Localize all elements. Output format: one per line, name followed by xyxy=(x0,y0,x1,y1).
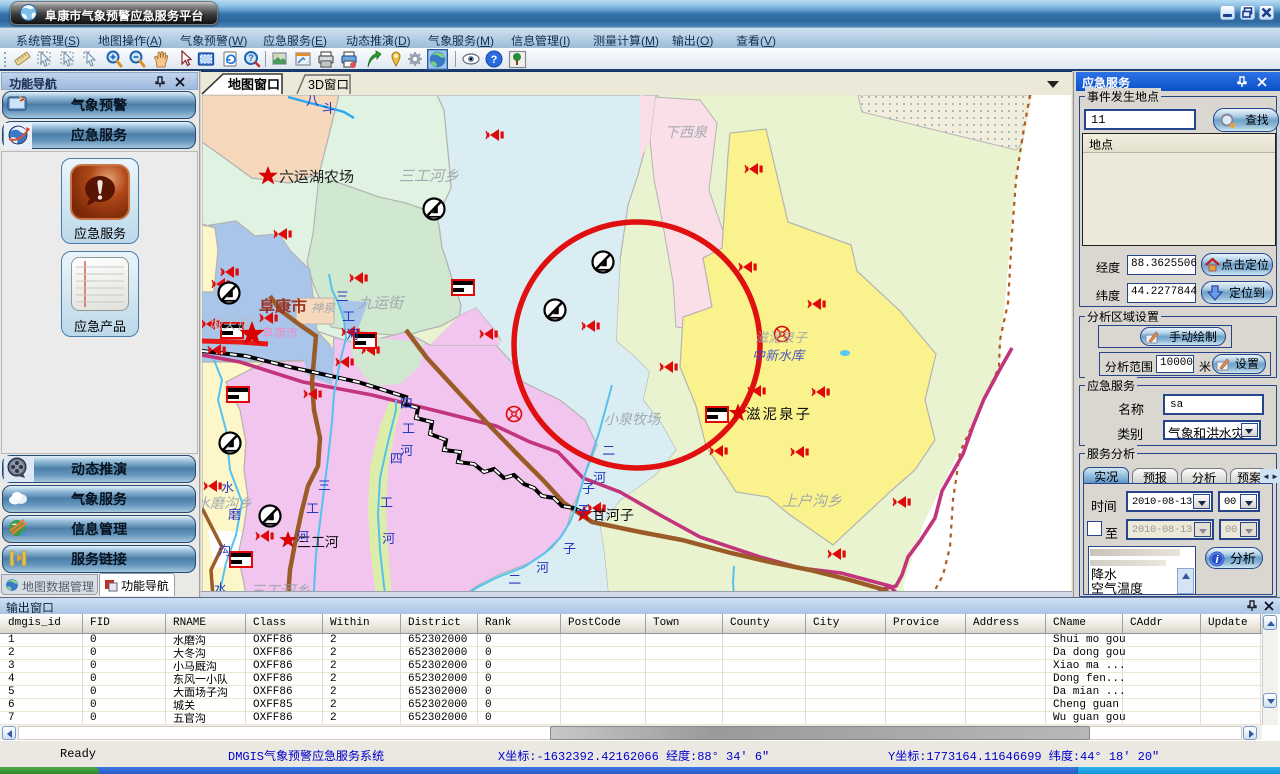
svg-text:斗: 斗 xyxy=(322,101,335,116)
svg-text:中新水库: 中新水库 xyxy=(752,348,806,363)
svg-text:子: 子 xyxy=(582,481,595,496)
svg-text:三: 三 xyxy=(318,478,331,493)
svg-text:工: 工 xyxy=(402,421,415,436)
svg-text:河: 河 xyxy=(536,560,549,575)
svg-text:滋泥泉子: 滋泥泉子 xyxy=(755,330,808,345)
svg-text:水磨沟乡: 水磨沟乡 xyxy=(202,495,252,511)
svg-text:上户沟乡: 上户沟乡 xyxy=(782,493,842,510)
svg-text:阜康市: 阜康市 xyxy=(259,297,307,316)
svg-text:二: 二 xyxy=(508,572,521,587)
svg-text:二: 二 xyxy=(602,443,615,458)
svg-text:小泉牧场: 小泉牧场 xyxy=(604,411,661,427)
svg-text:?: ? xyxy=(491,54,498,66)
svg-text:水: 水 xyxy=(221,480,234,495)
svg-text:河: 河 xyxy=(346,327,359,342)
svg-text:工: 工 xyxy=(380,495,393,510)
svg-text:工: 工 xyxy=(342,309,355,324)
svg-text:河: 河 xyxy=(296,529,309,544)
svg-text:子: 子 xyxy=(577,503,590,518)
svg-text:地图窗口: 地图窗口 xyxy=(227,77,280,92)
svg-text:河: 河 xyxy=(382,531,395,546)
svg-text:子: 子 xyxy=(563,541,576,556)
svg-text:3D窗口: 3D窗口 xyxy=(308,78,349,92)
svg-text:三: 三 xyxy=(336,289,349,304)
svg-text:滋泥泉子: 滋泥泉子 xyxy=(746,406,812,423)
svg-text:甘河子: 甘河子 xyxy=(592,507,634,523)
svg-text:工: 工 xyxy=(306,501,319,516)
svg-text:城关镇: 城关镇 xyxy=(208,316,252,332)
svg-text:九运街: 九运街 xyxy=(358,295,406,312)
svg-text:沟: 沟 xyxy=(218,543,231,558)
svg-text:四: 四 xyxy=(400,396,413,411)
svg-text:四: 四 xyxy=(390,451,403,466)
svg-text:八: 八 xyxy=(306,95,319,108)
svg-text:三工河乡: 三工河乡 xyxy=(399,168,459,185)
svg-text:?: ? xyxy=(248,53,254,63)
svg-text:神泉: 神泉 xyxy=(311,301,336,315)
svg-text:六运湖农场: 六运湖农场 xyxy=(279,169,354,186)
svg-text:阜康市: 阜康市 xyxy=(262,326,298,340)
svg-text:磨: 磨 xyxy=(228,507,242,522)
svg-text:下西泉: 下西泉 xyxy=(665,124,708,140)
